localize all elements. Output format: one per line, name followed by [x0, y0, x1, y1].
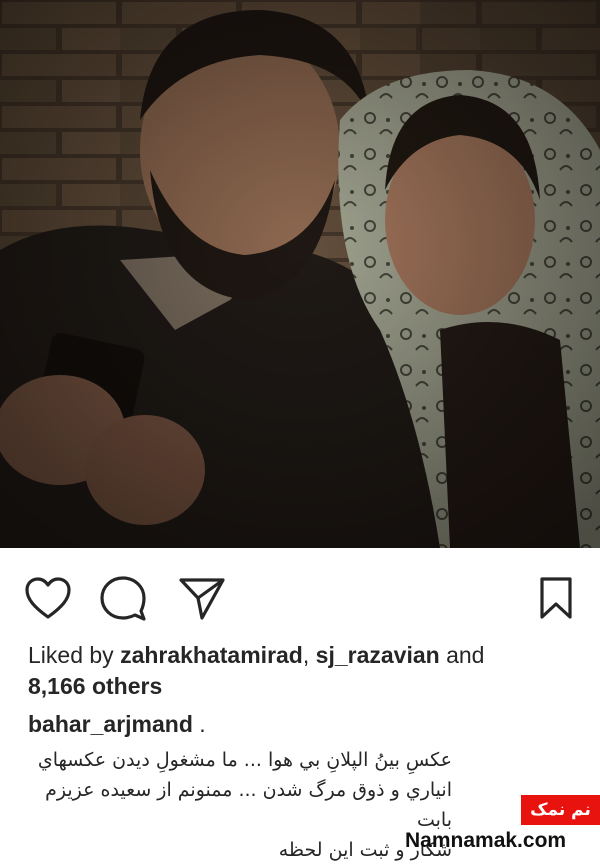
watermark-site-text: Namnamak.com [405, 829, 567, 852]
likes-separator: , [302, 642, 316, 668]
username-suffix: . [192, 711, 206, 737]
liker-link-1[interactable]: zahrakhatamirad [120, 642, 303, 668]
heart-icon [25, 577, 71, 619]
comment-bubble-icon [100, 576, 146, 621]
like-button[interactable] [22, 574, 74, 622]
post-photo-image [0, 0, 600, 548]
likes-summary: Liked by zahrakhatamirad, sj_razavian an… [28, 640, 578, 702]
liker-link-2[interactable]: sj_razavian [316, 642, 440, 668]
caption-line: عكسِ بينُ الپلانِ بي هوا ... ما مشغولِ د… [37, 749, 452, 771]
bookmark-icon [540, 577, 572, 619]
paper-plane-icon [179, 578, 225, 620]
caption-line: شكار و ثبت اين لحظه [278, 839, 452, 861]
comment-button[interactable] [97, 574, 149, 622]
likes-others-link[interactable]: 8,166 others [28, 673, 162, 699]
likes-and: and [439, 642, 485, 668]
username-link[interactable]: bahar_arjmand [28, 711, 193, 737]
post-photo[interactable] [0, 0, 600, 548]
save-button[interactable] [530, 574, 582, 622]
caption-line: انياري و ذوق مرگ شدن ... ممنونم از سعيده… [45, 779, 452, 831]
share-button[interactable] [176, 574, 228, 622]
likes-prefix: Liked by [28, 642, 121, 668]
post-action-bar [0, 548, 600, 640]
post-caption: عكسِ بينُ الپلانِ بي هوا ... ما مشغولِ د… [12, 745, 452, 865]
caption-author: bahar_arjmand . [28, 707, 206, 741]
watermark-logo-badge: نم نمک [521, 795, 600, 825]
